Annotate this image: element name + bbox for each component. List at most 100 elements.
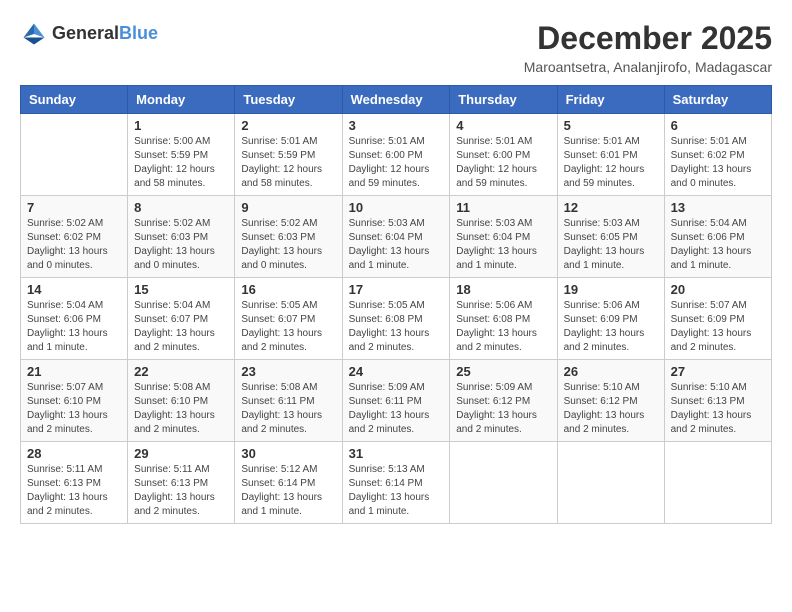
day-number: 4 (456, 118, 550, 133)
day-number: 9 (241, 200, 335, 215)
day-info: Sunrise: 5:10 AM Sunset: 6:13 PM Dayligh… (671, 381, 765, 437)
day-info: Sunrise: 5:06 AM Sunset: 6:09 PM Dayligh… (564, 299, 658, 355)
logo: GeneralBlue (20, 20, 158, 48)
calendar-table: Sunday Monday Tuesday Wednesday Thursday… (20, 85, 772, 524)
calendar-cell: 21 Sunrise: 5:07 AM Sunset: 6:10 PM Dayli… (21, 360, 128, 442)
calendar-cell (557, 442, 664, 524)
calendar-cell: 26 Sunrise: 5:10 AM Sunset: 6:12 PM Dayli… (557, 360, 664, 442)
calendar-cell (664, 442, 771, 524)
calendar-week-1: 1 Sunrise: 5:00 AM Sunset: 5:59 PM Daylig… (21, 114, 772, 196)
day-number: 21 (27, 364, 121, 379)
day-number: 12 (564, 200, 658, 215)
day-number: 10 (349, 200, 444, 215)
day-info: Sunrise: 5:01 AM Sunset: 5:59 PM Dayligh… (241, 135, 335, 191)
logo-general: GeneralBlue (52, 24, 158, 44)
calendar-cell: 16 Sunrise: 5:05 AM Sunset: 6:07 PM Dayli… (235, 278, 342, 360)
calendar-cell: 1 Sunrise: 5:00 AM Sunset: 5:59 PM Daylig… (128, 114, 235, 196)
day-info: Sunrise: 5:05 AM Sunset: 6:08 PM Dayligh… (349, 299, 444, 355)
month-year-title: December 2025 (524, 20, 772, 57)
day-info: Sunrise: 5:02 AM Sunset: 6:03 PM Dayligh… (134, 217, 228, 273)
day-info: Sunrise: 5:04 AM Sunset: 6:07 PM Dayligh… (134, 299, 228, 355)
day-number: 24 (349, 364, 444, 379)
day-number: 28 (27, 446, 121, 461)
header-wednesday: Wednesday (342, 86, 450, 114)
calendar-cell: 25Sunrise: 5:09 AM Sunset: 6:12 PM Dayli… (450, 360, 557, 442)
calendar-cell: 11Sunrise: 5:03 AM Sunset: 6:04 PM Dayli… (450, 196, 557, 278)
day-number: 19 (564, 282, 658, 297)
header-saturday: Saturday (664, 86, 771, 114)
day-number: 23 (241, 364, 335, 379)
day-info: Sunrise: 5:10 AM Sunset: 6:12 PM Dayligh… (564, 381, 658, 437)
calendar-week-4: 21 Sunrise: 5:07 AM Sunset: 6:10 PM Dayli… (21, 360, 772, 442)
calendar-cell: 8 Sunrise: 5:02 AM Sunset: 6:03 PM Daylig… (128, 196, 235, 278)
day-info: Sunrise: 5:02 AM Sunset: 6:02 PM Dayligh… (27, 217, 121, 273)
day-info: Sunrise: 5:07 AM Sunset: 6:09 PM Dayligh… (671, 299, 765, 355)
day-info: Sunrise: 5:01 AM Sunset: 6:02 PM Dayligh… (671, 135, 765, 191)
calendar-header-row: Sunday Monday Tuesday Wednesday Thursday… (21, 86, 772, 114)
calendar-cell: 27Sunrise: 5:10 AM Sunset: 6:13 PM Dayli… (664, 360, 771, 442)
header-tuesday: Tuesday (235, 86, 342, 114)
day-number: 17 (349, 282, 444, 297)
calendar-cell: 10Sunrise: 5:03 AM Sunset: 6:04 PM Dayli… (342, 196, 450, 278)
day-info: Sunrise: 5:11 AM Sunset: 6:13 PM Dayligh… (27, 463, 121, 519)
calendar-cell: 14 Sunrise: 5:04 AM Sunset: 6:06 PM Dayli… (21, 278, 128, 360)
header-monday: Monday (128, 86, 235, 114)
day-number: 22 (134, 364, 228, 379)
day-number: 13 (671, 200, 765, 215)
calendar-cell: 28 Sunrise: 5:11 AM Sunset: 6:13 PM Dayli… (21, 442, 128, 524)
calendar-cell: 12 Sunrise: 5:03 AM Sunset: 6:05 PM Dayli… (557, 196, 664, 278)
day-number: 8 (134, 200, 228, 215)
day-info: Sunrise: 5:09 AM Sunset: 6:11 PM Dayligh… (349, 381, 444, 437)
day-number: 20 (671, 282, 765, 297)
calendar-cell: 15 Sunrise: 5:04 AM Sunset: 6:07 PM Dayli… (128, 278, 235, 360)
day-number: 7 (27, 200, 121, 215)
header-thursday: Thursday (450, 86, 557, 114)
day-info: Sunrise: 5:08 AM Sunset: 6:11 PM Dayligh… (241, 381, 335, 437)
day-number: 26 (564, 364, 658, 379)
day-info: Sunrise: 5:08 AM Sunset: 6:10 PM Dayligh… (134, 381, 228, 437)
day-info: Sunrise: 5:13 AM Sunset: 6:14 PM Dayligh… (349, 463, 444, 519)
calendar-cell: 4 Sunrise: 5:01 AM Sunset: 6:00 PM Daylig… (450, 114, 557, 196)
day-info: Sunrise: 5:00 AM Sunset: 5:59 PM Dayligh… (134, 135, 228, 191)
day-info: Sunrise: 5:04 AM Sunset: 6:06 PM Dayligh… (671, 217, 765, 273)
day-info: Sunrise: 5:01 AM Sunset: 6:01 PM Dayligh… (564, 135, 658, 191)
page-header: GeneralBlue December 2025 Maroantsetra, … (20, 20, 772, 75)
calendar-week-2: 7 Sunrise: 5:02 AM Sunset: 6:02 PM Daylig… (21, 196, 772, 278)
day-info: Sunrise: 5:01 AM Sunset: 6:00 PM Dayligh… (456, 135, 550, 191)
day-number: 2 (241, 118, 335, 133)
calendar-cell: 17 Sunrise: 5:05 AM Sunset: 6:08 PM Dayli… (342, 278, 450, 360)
day-number: 6 (671, 118, 765, 133)
calendar-cell: 7 Sunrise: 5:02 AM Sunset: 6:02 PM Daylig… (21, 196, 128, 278)
calendar-cell: 29Sunrise: 5:11 AM Sunset: 6:13 PM Dayli… (128, 442, 235, 524)
day-number: 1 (134, 118, 228, 133)
day-number: 18 (456, 282, 550, 297)
calendar-cell: 13 Sunrise: 5:04 AM Sunset: 6:06 PM Dayli… (664, 196, 771, 278)
day-info: Sunrise: 5:04 AM Sunset: 6:06 PM Dayligh… (27, 299, 121, 355)
day-info: Sunrise: 5:03 AM Sunset: 6:05 PM Dayligh… (564, 217, 658, 273)
calendar-cell: 20 Sunrise: 5:07 AM Sunset: 6:09 PM Dayli… (664, 278, 771, 360)
day-number: 14 (27, 282, 121, 297)
day-info: Sunrise: 5:07 AM Sunset: 6:10 PM Dayligh… (27, 381, 121, 437)
calendar-cell: 6 Sunrise: 5:01 AM Sunset: 6:02 PM Daylig… (664, 114, 771, 196)
day-number: 3 (349, 118, 444, 133)
day-number: 11 (456, 200, 550, 215)
logo-icon (20, 20, 48, 48)
day-info: Sunrise: 5:02 AM Sunset: 6:03 PM Dayligh… (241, 217, 335, 273)
day-info: Sunrise: 5:05 AM Sunset: 6:07 PM Dayligh… (241, 299, 335, 355)
calendar-cell: 3Sunrise: 5:01 AM Sunset: 6:00 PM Daylig… (342, 114, 450, 196)
calendar-cell: 31 Sunrise: 5:13 AM Sunset: 6:14 PM Dayli… (342, 442, 450, 524)
day-number: 31 (349, 446, 444, 461)
day-info: Sunrise: 5:12 AM Sunset: 6:14 PM Dayligh… (241, 463, 335, 519)
calendar-week-5: 28 Sunrise: 5:11 AM Sunset: 6:13 PM Dayli… (21, 442, 772, 524)
calendar-cell: 24 Sunrise: 5:09 AM Sunset: 6:11 PM Dayli… (342, 360, 450, 442)
day-number: 15 (134, 282, 228, 297)
day-number: 16 (241, 282, 335, 297)
calendar-cell: 30 Sunrise: 5:12 AM Sunset: 6:14 PM Dayli… (235, 442, 342, 524)
calendar-cell: 5Sunrise: 5:01 AM Sunset: 6:01 PM Daylig… (557, 114, 664, 196)
calendar-cell: 9 Sunrise: 5:02 AM Sunset: 6:03 PM Daylig… (235, 196, 342, 278)
calendar-week-3: 14 Sunrise: 5:04 AM Sunset: 6:06 PM Dayli… (21, 278, 772, 360)
day-number: 30 (241, 446, 335, 461)
calendar-cell (21, 114, 128, 196)
calendar-cell: 18Sunrise: 5:06 AM Sunset: 6:08 PM Dayli… (450, 278, 557, 360)
calendar-cell: 23 Sunrise: 5:08 AM Sunset: 6:11 PM Dayli… (235, 360, 342, 442)
